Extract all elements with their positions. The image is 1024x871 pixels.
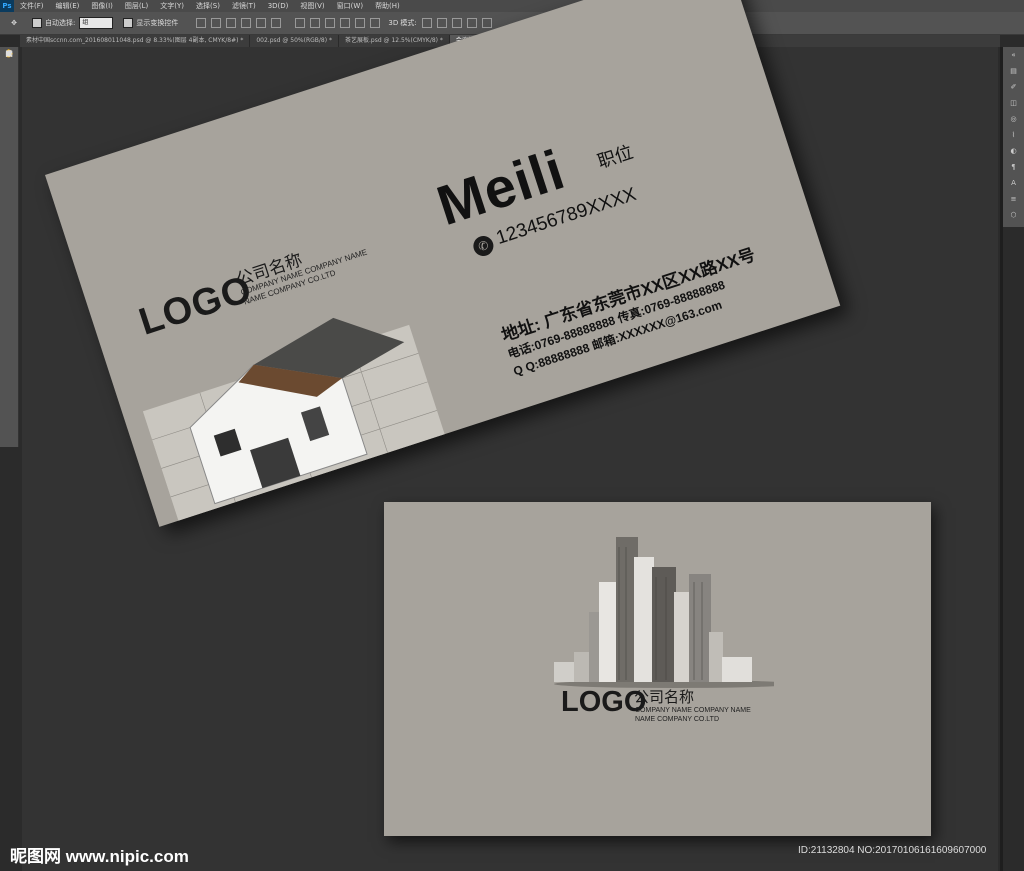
distribute-left-icon[interactable] bbox=[340, 18, 351, 28]
menu-edit[interactable]: 编辑(E) bbox=[56, 0, 80, 12]
person-title: 职位 bbox=[595, 141, 636, 172]
menu-image[interactable]: 图像(I) bbox=[91, 0, 113, 12]
3d-pan-icon[interactable] bbox=[451, 18, 462, 28]
menu-bar: Ps 文件(F) 编辑(E) 图像(I) 图层(L) 文字(Y) 选择(S) 滤… bbox=[0, 0, 1024, 12]
screen-mode-icon[interactable]: ▣ bbox=[0, 47, 18, 60]
tab-document-1[interactable]: 素材中国sccnn.com_201608011048.psd @ 8.33%(图… bbox=[20, 35, 251, 47]
site-watermark: 昵图网 www.nipic.com bbox=[10, 847, 189, 866]
menu-filter[interactable]: 滤镜(T) bbox=[232, 0, 256, 12]
move-tool-icon[interactable]: ✥ bbox=[6, 16, 22, 30]
transform-controls-label: 显示变换控件 bbox=[136, 19, 179, 27]
character-panel-icon[interactable]: A bbox=[1003, 175, 1024, 191]
toolbox: ✥ ⬚ ◌ ✎ ⌗ ⁄ ✚ ✐ ⊥ ↺ ▭ ▤ ◆ ● ✒ T ▸ ▢ ✋ ⚲ … bbox=[0, 47, 19, 447]
phone-icon: ✆ bbox=[470, 233, 496, 259]
align-bottom-icon[interactable] bbox=[226, 18, 237, 28]
menu-3d[interactable]: 3D(D) bbox=[268, 0, 289, 12]
3d-roll-icon[interactable] bbox=[436, 18, 447, 28]
id-watermark: ID:21132804 NO:20170106161609607000 bbox=[798, 845, 987, 856]
paths-panel-icon[interactable]: ⌇ bbox=[1003, 127, 1024, 143]
brush-panel-icon[interactable]: ✐ bbox=[1003, 79, 1024, 95]
auto-select-label: 自动选择: bbox=[45, 19, 76, 27]
menu-select[interactable]: 选择(S) bbox=[196, 0, 220, 12]
tab-document-3[interactable]: 茶艺展板.psd @ 12.5%(CMYK/8) * bbox=[339, 35, 450, 47]
distribute-middle-icon[interactable] bbox=[310, 18, 321, 28]
transform-controls-checkbox[interactable] bbox=[123, 18, 134, 28]
3d-scale-icon[interactable] bbox=[481, 18, 492, 28]
back-business-card[interactable]: LOGO 公司名称 COMPANY NAME COMPANY NAME NAME… bbox=[384, 502, 931, 836]
auto-select-checkbox[interactable] bbox=[32, 18, 42, 28]
3d-panel-icon[interactable]: ⬡ bbox=[1003, 207, 1024, 223]
right-panel-dock: « ▤ ✐ ◫ ◎ ⌇ ◐ ¶ A ≡ ⬡ bbox=[1003, 47, 1024, 227]
menu-layer[interactable]: 图层(L) bbox=[125, 0, 148, 12]
channels-panel-icon[interactable]: ◎ bbox=[1003, 111, 1024, 127]
adjustments-panel-icon[interactable]: ◐ bbox=[1003, 143, 1024, 159]
tab-document-2[interactable]: 002.psd @ 50%(RGB/8) * bbox=[250, 35, 339, 47]
panel-collapse-icon[interactable]: « bbox=[1003, 47, 1024, 63]
distribute-bottom-icon[interactable] bbox=[325, 18, 336, 28]
align-middle-icon[interactable] bbox=[211, 18, 222, 28]
back-company-en-1: COMPANY NAME COMPANY NAME bbox=[635, 707, 751, 714]
auto-select-dropdown[interactable]: 组 bbox=[79, 17, 114, 29]
paragraph-panel-icon[interactable]: ¶ bbox=[1003, 159, 1024, 175]
menu-file[interactable]: 文件(F) bbox=[20, 0, 44, 12]
distribute-right-icon[interactable] bbox=[370, 18, 381, 28]
menu-view[interactable]: 视图(V) bbox=[300, 0, 324, 12]
menu-help[interactable]: 帮助(H) bbox=[375, 0, 400, 12]
back-company-name: 公司名称 bbox=[634, 688, 695, 706]
back-company-en-2: NAME COMPANY CO.LTD bbox=[635, 716, 720, 723]
3d-rotate-icon[interactable] bbox=[421, 18, 432, 28]
3d-slide-icon[interactable] bbox=[466, 18, 477, 28]
distribute-center-icon[interactable] bbox=[355, 18, 366, 28]
menu-window[interactable]: 窗口(W) bbox=[337, 0, 363, 12]
align-left-icon[interactable] bbox=[241, 18, 252, 28]
properties-panel-icon[interactable]: ≡ bbox=[1003, 191, 1024, 207]
align-top-icon[interactable] bbox=[196, 18, 207, 28]
align-right-icon[interactable] bbox=[271, 18, 282, 28]
distribute-top-icon[interactable] bbox=[295, 18, 306, 28]
menu-type[interactable]: 文字(Y) bbox=[160, 0, 184, 12]
history-panel-icon[interactable]: ▤ bbox=[1003, 63, 1024, 79]
layers-panel-icon[interactable]: ◫ bbox=[1003, 95, 1024, 111]
photoshop-logo[interactable]: Ps bbox=[0, 0, 14, 12]
skyline-illustration bbox=[554, 537, 774, 688]
align-center-icon[interactable] bbox=[256, 18, 267, 28]
3d-mode-label: 3D 模式: bbox=[388, 19, 417, 27]
